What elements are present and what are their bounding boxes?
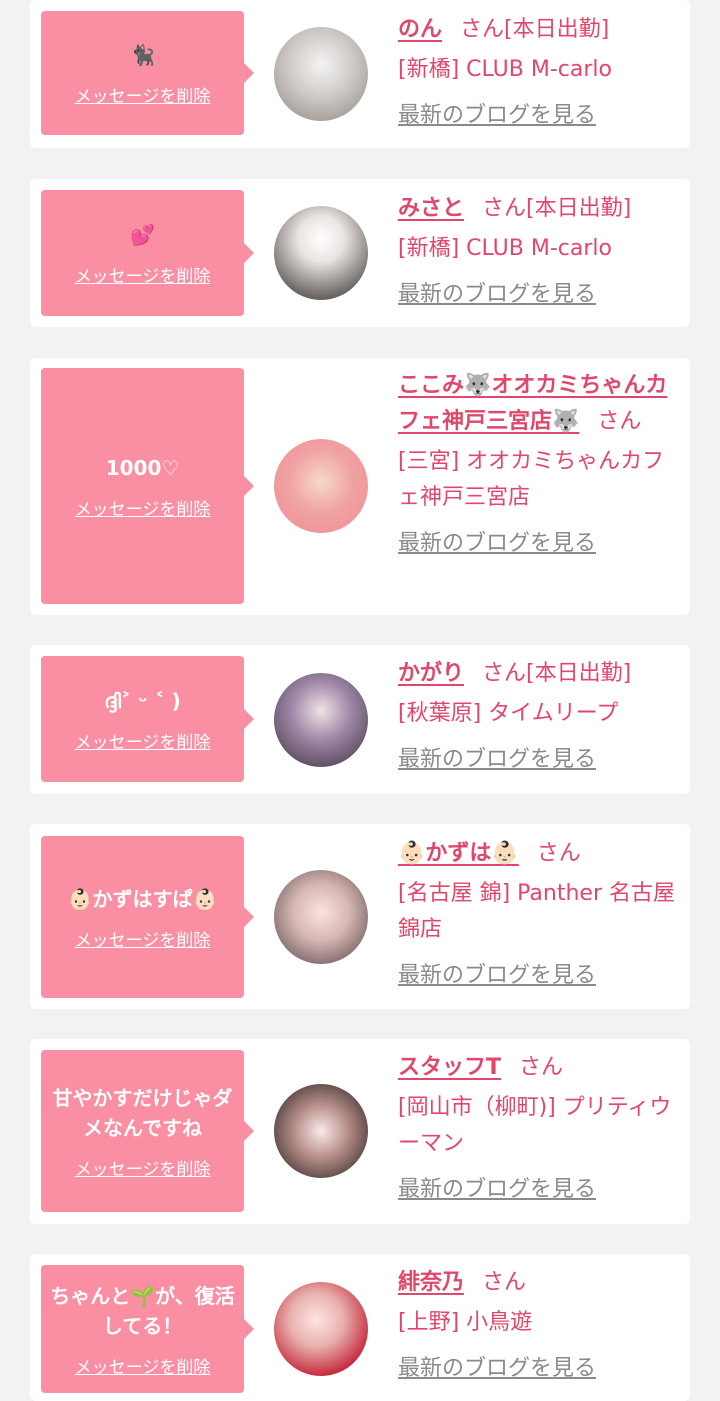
delete-message-link[interactable]: メッセージを削除 [75, 1155, 211, 1180]
latest-blog-link[interactable]: 最新のブログを見る [398, 1172, 596, 1208]
latest-blog-link[interactable]: 最新のブログを見る [398, 742, 596, 778]
message-card: ദ്ദി˃ ᵕ ˂ ) メッセージを削除 かがり さん[本日出勤] [秋葉原] タ… [30, 645, 690, 794]
name-suffix: さん [482, 1270, 527, 1295]
profile-name-link[interactable]: みさと [398, 196, 464, 221]
name-suffix: さん[本日出勤] [460, 17, 610, 42]
message-bubble: 👶🏻かずはすぱ👶🏻 メッセージを削除 [41, 836, 254, 998]
avatar[interactable] [274, 673, 368, 767]
profile-info: かがり さん[本日出勤] [秋葉原] タイムリープ 最新のブログを見る [398, 656, 676, 778]
name-suffix: さん[本日出勤] [482, 196, 632, 221]
profile-info: スタッフT さん [岡山市（柳町)] プリティウーマン 最新のブログを見る [398, 1050, 676, 1208]
message-bubble: ദ്ദി˃ ᵕ ˂ ) メッセージを削除 [41, 656, 254, 782]
shop-name: [上野] 小鳥遊 [398, 1310, 533, 1335]
avatar[interactable] [274, 1084, 368, 1178]
name-line: みさと さん[本日出勤] [398, 191, 676, 227]
message-card: ちゃんと🌱が、復活してる！ メッセージを削除 緋奈乃 さん [上野] 小鳥遊 最新… [30, 1254, 690, 1401]
profile-info: みさと さん[本日出勤] [新橋] CLUB M-carlo 最新のブログを見る [398, 191, 676, 313]
avatar[interactable] [274, 1282, 368, 1376]
name-line: かがり さん[本日出勤] [398, 656, 676, 692]
shop-name: [新橋] CLUB M-carlo [398, 236, 612, 261]
shop-name: [新橋] CLUB M-carlo [398, 57, 612, 82]
latest-blog-link[interactable]: 最新のブログを見る [398, 958, 596, 994]
name-line: 👶🏻かずは👶🏻 さん [398, 836, 676, 872]
message-bubble: 甘やかすだけじゃダメなんですね メッセージを削除 [41, 1050, 254, 1212]
message-bubble: 1000♡ メッセージを削除 [41, 368, 254, 604]
delete-message-link[interactable]: メッセージを削除 [75, 262, 211, 287]
profile-name-link[interactable]: かがり [398, 661, 464, 686]
message-list: 🐈‍⬛ メッセージを削除 のん さん[本日出勤] [新橋] CLUB M-carl… [0, 0, 720, 1401]
message-card: 💕 メッセージを削除 みさと さん[本日出勤] [新橋] CLUB M-carlo… [30, 179, 690, 327]
name-suffix: さん [536, 841, 581, 866]
avatar[interactable] [274, 27, 368, 121]
message-text: 1000♡ [105, 455, 180, 480]
profile-info: のん さん[本日出勤] [新橋] CLUB M-carlo 最新のブログを見る [398, 12, 676, 134]
name-suffix: さん [597, 409, 642, 434]
latest-blog-link[interactable]: 最新のブログを見る [398, 277, 596, 313]
message-card: 1000♡ メッセージを削除 ここみ🐺オオカミちゃんカフェ神戸三宮店🐺 さん [三… [30, 358, 690, 615]
latest-blog-link[interactable]: 最新のブログを見る [398, 1351, 596, 1387]
message-text: 🐈‍⬛ [130, 42, 155, 67]
message-text: ちゃんと🌱が、復活してる！ [50, 1283, 235, 1338]
message-bubble: ちゃんと🌱が、復活してる！ メッセージを削除 [41, 1265, 254, 1393]
name-line: のん さん[本日出勤] [398, 12, 676, 48]
shop-name: [三宮] オオカミちゃんカフェ神戸三宮店 [398, 449, 665, 510]
latest-blog-link[interactable]: 最新のブログを見る [398, 526, 596, 562]
name-suffix: さん [519, 1055, 564, 1080]
delete-message-link[interactable]: メッセージを削除 [75, 495, 211, 520]
avatar[interactable] [274, 870, 368, 964]
delete-message-link[interactable]: メッセージを削除 [75, 82, 211, 107]
message-text: 甘やかすだけじゃダメなんですね [52, 1085, 233, 1140]
shop-name: [名古屋 錦] Panther 名古屋錦店 [398, 881, 675, 942]
latest-blog-link[interactable]: 最新のブログを見る [398, 98, 596, 134]
delete-message-link[interactable]: メッセージを削除 [75, 728, 211, 753]
avatar[interactable] [274, 206, 368, 300]
profile-info: 緋奈乃 さん [上野] 小鳥遊 最新のブログを見る [398, 1265, 676, 1387]
profile-name-link[interactable]: 👶🏻かずは👶🏻 [398, 841, 519, 866]
message-card: 🐈‍⬛ メッセージを削除 のん さん[本日出勤] [新橋] CLUB M-carl… [30, 0, 690, 148]
shop-name: [岡山市（柳町)] プリティウーマン [398, 1095, 672, 1156]
shop-name: [秋葉原] タイムリープ [398, 701, 619, 726]
name-line: スタッフT さん [398, 1050, 676, 1086]
delete-message-link[interactable]: メッセージを削除 [75, 1353, 211, 1378]
delete-message-link[interactable]: メッセージを削除 [75, 926, 211, 951]
message-bubble: 🐈‍⬛ メッセージを削除 [41, 11, 254, 135]
message-card: 👶🏻かずはすぱ👶🏻 メッセージを削除 👶🏻かずは👶🏻 さん [名古屋 錦] Pan… [30, 824, 690, 1009]
profile-info: 👶🏻かずは👶🏻 さん [名古屋 錦] Panther 名古屋錦店 最新のブログを見… [398, 836, 676, 994]
name-line: ここみ🐺オオカミちゃんカフェ神戸三宮店🐺 さん [398, 368, 676, 440]
profile-name-link[interactable]: 緋奈乃 [398, 1270, 464, 1295]
profile-info: ここみ🐺オオカミちゃんカフェ神戸三宮店🐺 さん [三宮] オオカミちゃんカフェ神戸… [398, 368, 676, 562]
name-suffix: さん[本日出勤] [482, 661, 632, 686]
message-text: 👶🏻かずはすぱ👶🏻 [67, 886, 218, 911]
profile-name-link[interactable]: のん [398, 17, 442, 42]
message-text: ദ്ദി˃ ᵕ ˂ ) [104, 688, 181, 713]
message-card: 甘やかすだけじゃダメなんですね メッセージを削除 スタッフT さん [岡山市（柳町… [30, 1039, 690, 1224]
message-text: 💕 [130, 222, 155, 247]
avatar[interactable] [274, 439, 368, 533]
profile-name-link[interactable]: スタッフT [398, 1055, 501, 1080]
message-bubble: 💕 メッセージを削除 [41, 190, 254, 316]
name-line: 緋奈乃 さん [398, 1265, 676, 1301]
